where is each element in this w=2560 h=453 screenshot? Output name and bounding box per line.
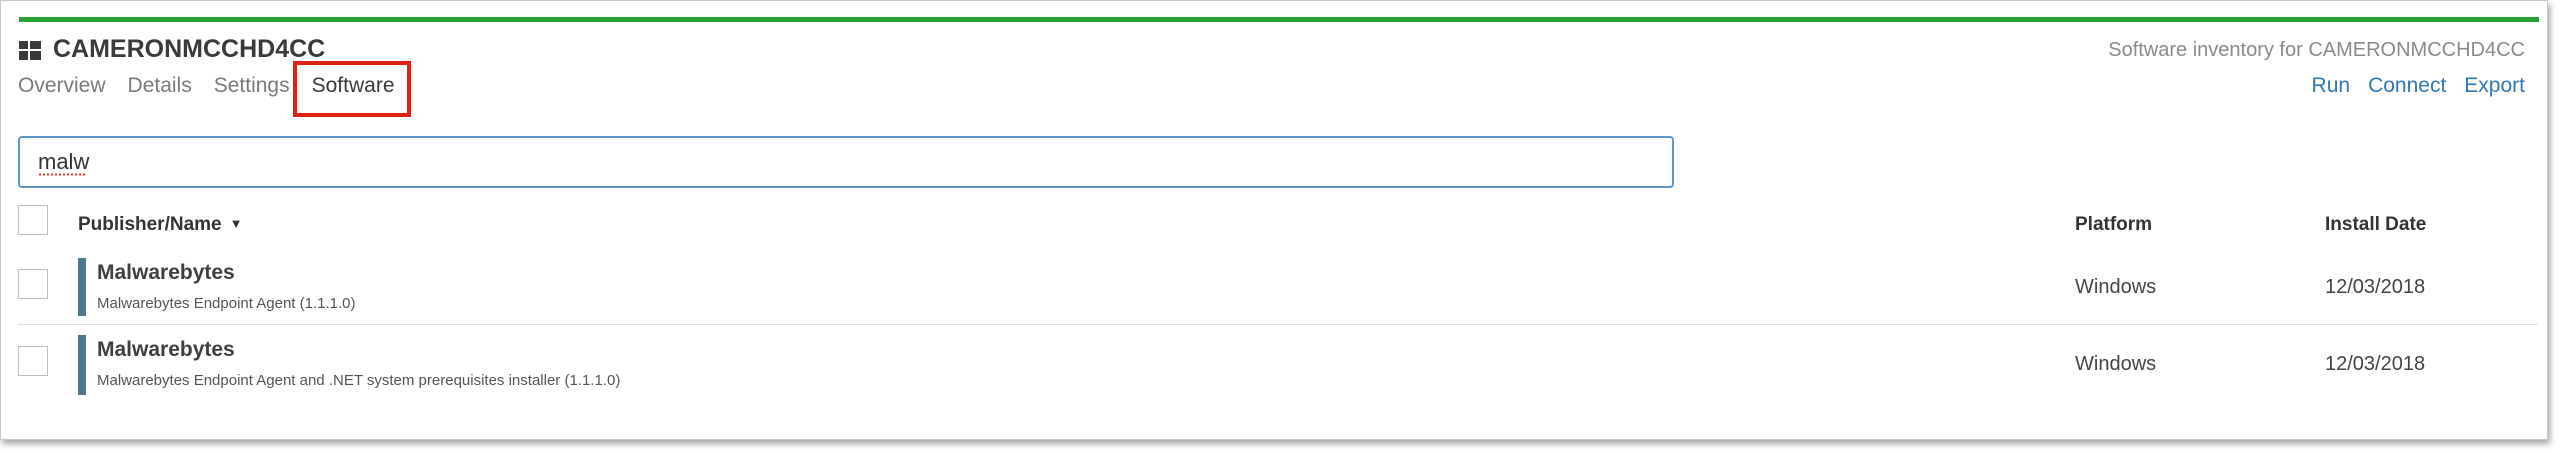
column-header-platform[interactable]: Platform [2075, 214, 2152, 236]
row-install-date: 12/03/2018 [2325, 353, 2426, 375]
search-input[interactable] [18, 136, 1674, 188]
row-subtitle: Malwarebytes Endpoint Agent (1.1.1.0) [97, 295, 356, 312]
column-header-publisher-name-label: Publisher/Name [78, 214, 222, 235]
spellcheck-underline [38, 173, 86, 176]
status-top-bar [19, 17, 2539, 22]
row-install-date: 12/03/2018 [2325, 276, 2426, 298]
software-inventory-panel: CAMERONMCCHD4CC Overview Details Setting… [0, 0, 2548, 440]
tab-details[interactable]: Details [128, 71, 192, 111]
column-header-publisher-name[interactable]: Publisher/Name ▼ [78, 214, 242, 236]
row-checkbox[interactable] [18, 269, 48, 299]
action-links: Run Connect Export [2312, 71, 2525, 101]
row-platform: Windows [2075, 276, 2157, 298]
row-title[interactable]: Malwarebytes [97, 261, 235, 285]
select-all-checkbox[interactable] [18, 205, 48, 235]
software-tab-highlight [293, 61, 411, 117]
device-name: CAMERONMCCHD4CC [53, 35, 326, 63]
row-marker [78, 335, 86, 395]
tab-settings[interactable]: Settings [214, 71, 290, 111]
row-platform: Windows [2075, 353, 2157, 375]
sort-down-icon: ▼ [229, 216, 243, 231]
column-header-install-date[interactable]: Install Date [2325, 214, 2426, 236]
row-marker [78, 258, 86, 316]
run-link[interactable]: Run [2312, 71, 2351, 101]
tab-overview[interactable]: Overview [18, 71, 106, 111]
row-checkbox[interactable] [18, 346, 48, 376]
connect-link[interactable]: Connect [2368, 71, 2446, 101]
row-divider [18, 324, 2538, 325]
inventory-title: Software inventory for CAMERONMCCHD4CC [2108, 39, 2525, 61]
windows-logo-icon [19, 41, 41, 60]
row-title[interactable]: Malwarebytes [97, 338, 235, 362]
row-subtitle: Malwarebytes Endpoint Agent and .NET sys… [97, 372, 621, 389]
export-link[interactable]: Export [2464, 71, 2525, 101]
